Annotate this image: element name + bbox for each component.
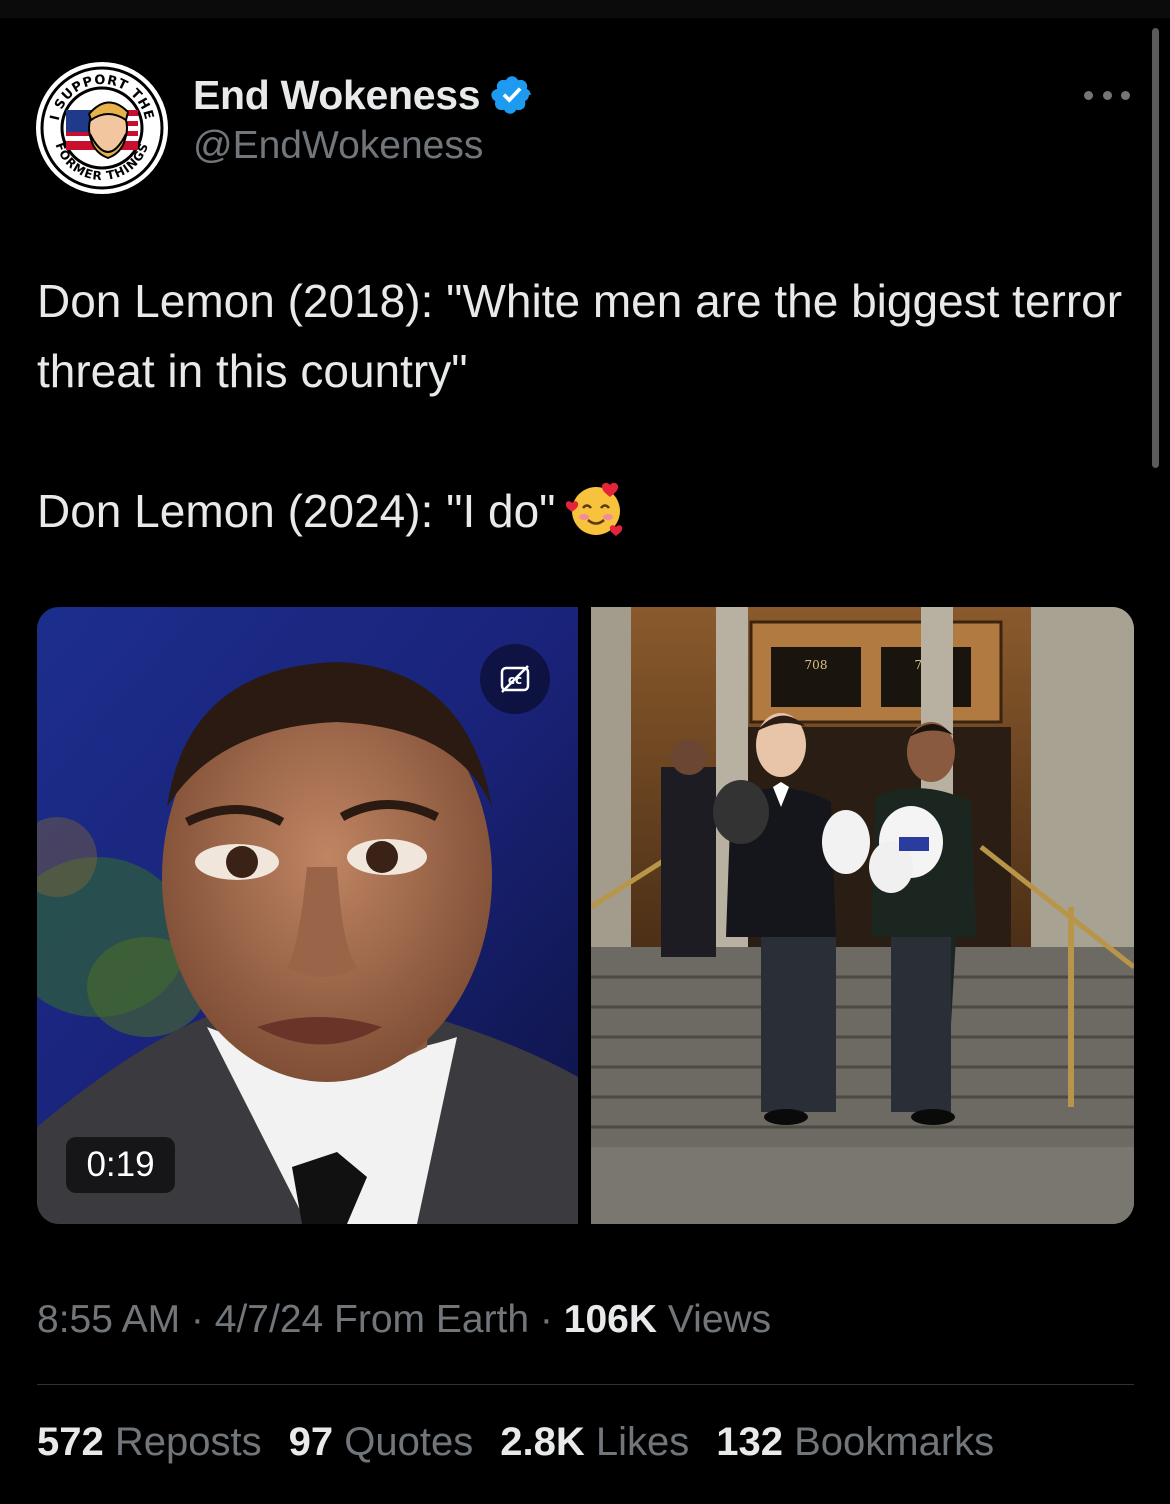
quotes-label: Quotes bbox=[344, 1420, 474, 1464]
bookmarks-count: 132 bbox=[716, 1420, 783, 1464]
author-handle[interactable]: @EndWokeness bbox=[193, 124, 483, 168]
bookmarks-stat[interactable]: 132 Bookmarks bbox=[716, 1420, 994, 1465]
reposts-stat[interactable]: 572 Reposts bbox=[37, 1420, 262, 1465]
reposts-label: Reposts bbox=[114, 1420, 262, 1464]
views-label: Views bbox=[667, 1298, 772, 1341]
wedding-photo[interactable]: 708 708 bbox=[591, 607, 1134, 1224]
tweet-line-2-text: Don Lemon (2024): "I do" bbox=[37, 485, 556, 537]
likes-label: Likes bbox=[595, 1420, 690, 1464]
quotes-count: 97 bbox=[288, 1420, 334, 1464]
bookmarks-label: Bookmarks bbox=[794, 1420, 995, 1464]
likes-count: 2.8K bbox=[500, 1420, 585, 1464]
engagement-stats: 572 Reposts 97 Quotes 2.8K Likes 132 Boo… bbox=[37, 1420, 994, 1465]
video-duration: 0:19 bbox=[66, 1137, 175, 1193]
media-divider bbox=[578, 607, 591, 1224]
video-thumbnail[interactable]: cc 0:19 bbox=[37, 607, 578, 1224]
media-grid: cc 0:19 708 bbox=[37, 607, 1134, 1224]
tweet-source: From Earth bbox=[334, 1298, 530, 1341]
avatar[interactable]: I SUPPORT THE FORMER THINGS bbox=[36, 62, 168, 194]
captions-off-icon: cc bbox=[500, 665, 530, 693]
verified-badge-icon[interactable] bbox=[490, 73, 534, 117]
tweet-line-1: Don Lemon (2018): "White men are the big… bbox=[37, 275, 1123, 397]
scrollbar[interactable] bbox=[1152, 28, 1159, 468]
smiling-face-with-hearts-icon bbox=[565, 482, 622, 536]
more-options-icon[interactable] bbox=[1084, 88, 1130, 102]
tweet-time: 8:55 AM bbox=[37, 1298, 181, 1341]
tweet-meta: 8:55 AM · 4/7/24 From Earth · 106K Views bbox=[37, 1298, 772, 1341]
divider bbox=[37, 1384, 1134, 1385]
tweet-date: 4/7/24 bbox=[214, 1298, 324, 1341]
status-bar bbox=[0, 0, 1170, 18]
avatar-logo-icon: I SUPPORT THE FORMER THINGS bbox=[38, 64, 166, 192]
likes-stat[interactable]: 2.8K Likes bbox=[500, 1420, 689, 1465]
building-number-left: 708 bbox=[805, 658, 828, 672]
reposts-count: 572 bbox=[37, 1420, 104, 1464]
tweet-line-2: Don Lemon (2024): "I do" bbox=[37, 476, 1137, 546]
tweet-text: Don Lemon (2018): "White men are the big… bbox=[37, 266, 1137, 546]
author-name[interactable]: End Wokeness bbox=[193, 72, 481, 119]
quotes-stat[interactable]: 97 Quotes bbox=[289, 1420, 474, 1465]
captions-button[interactable]: cc bbox=[480, 644, 550, 714]
wedding-photo-image: 708 708 bbox=[591, 607, 1134, 1224]
views-count: 106K bbox=[563, 1298, 657, 1341]
author-name-row: End Wokeness bbox=[193, 70, 534, 120]
